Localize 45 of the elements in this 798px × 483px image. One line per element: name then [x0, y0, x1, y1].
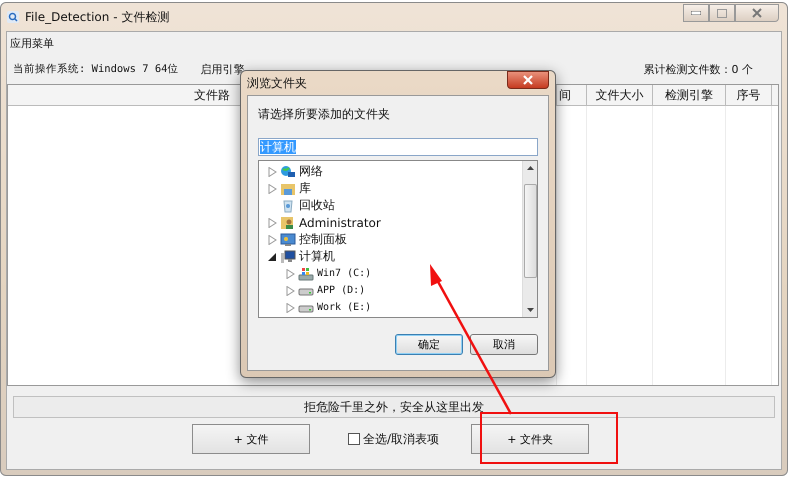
tree-item[interactable]: 控制面板: [299, 231, 347, 248]
column-header[interactable]: 间: [557, 85, 587, 105]
globe-monitor-icon: [280, 164, 296, 178]
tree-item[interactable]: Work (E:): [317, 302, 372, 313]
tree-item[interactable]: 计算机: [299, 248, 335, 265]
checkbox[interactable]: [348, 433, 360, 445]
monitor-icon: [280, 232, 296, 246]
minimize-icon: [691, 11, 701, 15]
window-title: File_Detection - 文件检测: [25, 8, 170, 26]
engine-label: 启用引擎: [200, 62, 245, 76]
column-header[interactable]: 文件大小: [587, 85, 653, 105]
dialog-button[interactable]: 取消: [470, 334, 538, 355]
scroll-down-icon[interactable]: [526, 308, 534, 312]
close-icon: [522, 75, 534, 85]
maximize-icon: [717, 8, 727, 18]
tree-item[interactable]: 回收站: [299, 197, 335, 214]
dialog-button[interactable]: 确定: [395, 334, 463, 355]
tree-item[interactable]: Administrator: [299, 216, 381, 230]
folder-icon: [280, 182, 296, 196]
scrollbar[interactable]: [522, 161, 537, 317]
os-label: 当前操作系统: Windows 7 64位: [13, 62, 179, 76]
windows-drive-icon: [298, 266, 314, 280]
minimize-button[interactable]: [683, 4, 709, 22]
select-all-label[interactable]: 全选/取消表项: [363, 430, 440, 448]
tree-item[interactable]: APP (D:): [317, 285, 366, 296]
menu-item[interactable]: 应用菜单: [10, 37, 54, 50]
close-button[interactable]: [507, 71, 549, 89]
maximize-button[interactable]: [709, 4, 735, 22]
add-button[interactable]: + 文件: [192, 424, 310, 454]
dialog-prompt: 请选择所要添加的文件夹: [258, 106, 391, 123]
tree-item[interactable]: 库: [299, 180, 311, 197]
add-button[interactable]: + 文件夹: [471, 424, 590, 454]
computer-icon: [280, 250, 296, 264]
status-bar: 拒危险千里之外，安全从这里出发: [13, 396, 775, 418]
column-header[interactable]: 序号: [726, 85, 772, 105]
column-header[interactable]: 检测引擎: [653, 85, 726, 105]
tree-item[interactable]: Win7 (C:): [317, 268, 372, 279]
user-folder-icon: [280, 216, 296, 230]
dialog-title: 浏览文件夹: [247, 74, 307, 92]
expander-icon[interactable]: [268, 252, 276, 262]
tree-item[interactable]: 网络: [299, 163, 323, 180]
file-count-label: 累计检测文件数：0 个: [644, 62, 753, 76]
scroll-up-icon[interactable]: [526, 166, 534, 170]
magnifier-icon: [7, 11, 19, 23]
close-icon: [751, 8, 763, 18]
